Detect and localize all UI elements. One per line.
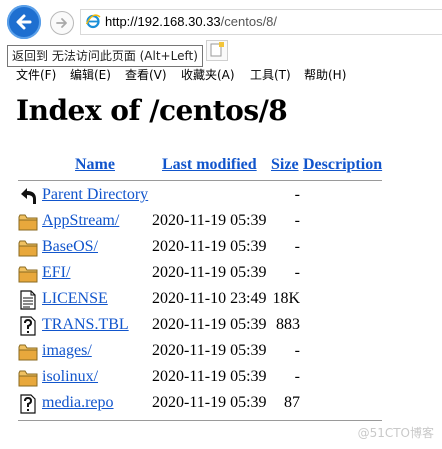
menu-favorites[interactable]: 收藏夹(A): [181, 66, 235, 83]
unknown-file-icon: [20, 394, 36, 414]
entry-size: 883: [276, 316, 300, 333]
list-item: LICENSE 2020-11-10 23:49 18K: [0, 287, 442, 313]
folder-icon: [18, 266, 38, 283]
list-item: isolinux/ 2020-11-19 05:39 -: [0, 365, 442, 391]
url-text: http://192.168.30.33/centos/8/: [105, 14, 277, 29]
list-item: BaseOS/ 2020-11-19 05:39 -: [0, 235, 442, 261]
entry-date: 2020-11-19 05:39: [152, 264, 267, 281]
url-domain: http://192.168.30.33: [105, 14, 221, 29]
entry-name[interactable]: LICENSE: [42, 290, 108, 308]
list-item: TRANS.TBL 2020-11-19 05:39 883: [0, 313, 442, 339]
folder-icon: [18, 240, 38, 257]
list-item: EFI/ 2020-11-19 05:39 -: [0, 261, 442, 287]
entry-size: -: [294, 264, 300, 281]
address-bar[interactable]: http://192.168.30.33/centos/8/: [80, 9, 442, 35]
browser-chrome: http://192.168.30.33/centos/8/ 返回到 无法访问此…: [0, 0, 442, 84]
column-name-header[interactable]: Name: [75, 156, 115, 174]
header-divider: [18, 180, 382, 181]
ie-logo-icon: [85, 14, 101, 29]
folder-icon: [18, 344, 38, 361]
arrow-left-icon: [16, 14, 32, 30]
entry-date: 2020-11-19 05:39: [152, 368, 267, 385]
entry-name[interactable]: AppStream/: [42, 212, 119, 230]
menu-view[interactable]: 查看(V): [125, 66, 167, 83]
entry-date: 2020-11-10 23:49: [152, 290, 267, 307]
menu-file[interactable]: 文件(F): [16, 66, 56, 83]
watermark: @51CTO博客: [357, 426, 434, 440]
entry-date: 2020-11-19 05:39: [152, 316, 267, 333]
menu-tools[interactable]: 工具(T): [250, 66, 291, 83]
url-path: /centos/8/: [220, 14, 278, 29]
forward-button[interactable]: [50, 11, 74, 35]
entry-size: -: [294, 342, 300, 359]
entry-name[interactable]: BaseOS/: [42, 238, 98, 256]
list-item: Parent Directory -: [0, 183, 442, 209]
entry-name[interactable]: TRANS.TBL: [42, 316, 129, 334]
entry-name[interactable]: media.repo: [42, 394, 114, 412]
menu-help[interactable]: 帮助(H): [304, 66, 346, 83]
column-modified-header[interactable]: Last modified: [162, 156, 257, 174]
new-tab-icon: [210, 42, 224, 57]
new-tab-button[interactable]: [206, 40, 228, 61]
entry-size: -: [294, 238, 300, 255]
entry-date: 2020-11-19 05:39: [152, 394, 267, 411]
entry-name[interactable]: EFI/: [42, 264, 70, 282]
entry-size: -: [294, 212, 300, 229]
folder-icon: [18, 370, 38, 387]
entry-size: 87: [284, 394, 300, 411]
entry-date: 2020-11-19 05:39: [152, 342, 267, 359]
unknown-file-icon: [20, 316, 36, 336]
entry-date: 2020-11-19 05:39: [152, 212, 267, 229]
column-description-header[interactable]: Description: [303, 156, 382, 174]
column-size-header[interactable]: Size: [271, 156, 299, 174]
entry-name[interactable]: isolinux/: [42, 368, 98, 386]
page-title: Index of /centos/8: [16, 94, 288, 127]
back-button[interactable]: [7, 5, 41, 39]
folder-icon: [18, 214, 38, 231]
entry-size: 18K: [272, 290, 300, 307]
menu-bar: 文件(F) 编辑(E) 查看(V) 收藏夹(A) 工具(T) 帮助(H): [0, 64, 442, 84]
footer-divider: [18, 420, 382, 421]
menu-edit[interactable]: 编辑(E): [70, 66, 111, 83]
arrow-right-icon: [56, 18, 67, 28]
list-item: images/ 2020-11-19 05:39 -: [0, 339, 442, 365]
text-file-icon: [20, 290, 36, 310]
entry-size: -: [294, 368, 300, 385]
entry-size: -: [294, 186, 300, 203]
back-icon: [21, 188, 36, 204]
entry-date: 2020-11-19 05:39: [152, 238, 267, 255]
entry-name[interactable]: images/: [42, 342, 92, 360]
list-item: AppStream/ 2020-11-19 05:39 -: [0, 209, 442, 235]
entry-name[interactable]: Parent Directory: [42, 186, 148, 204]
list-item: media.repo 2020-11-19 05:39 87: [0, 391, 442, 417]
